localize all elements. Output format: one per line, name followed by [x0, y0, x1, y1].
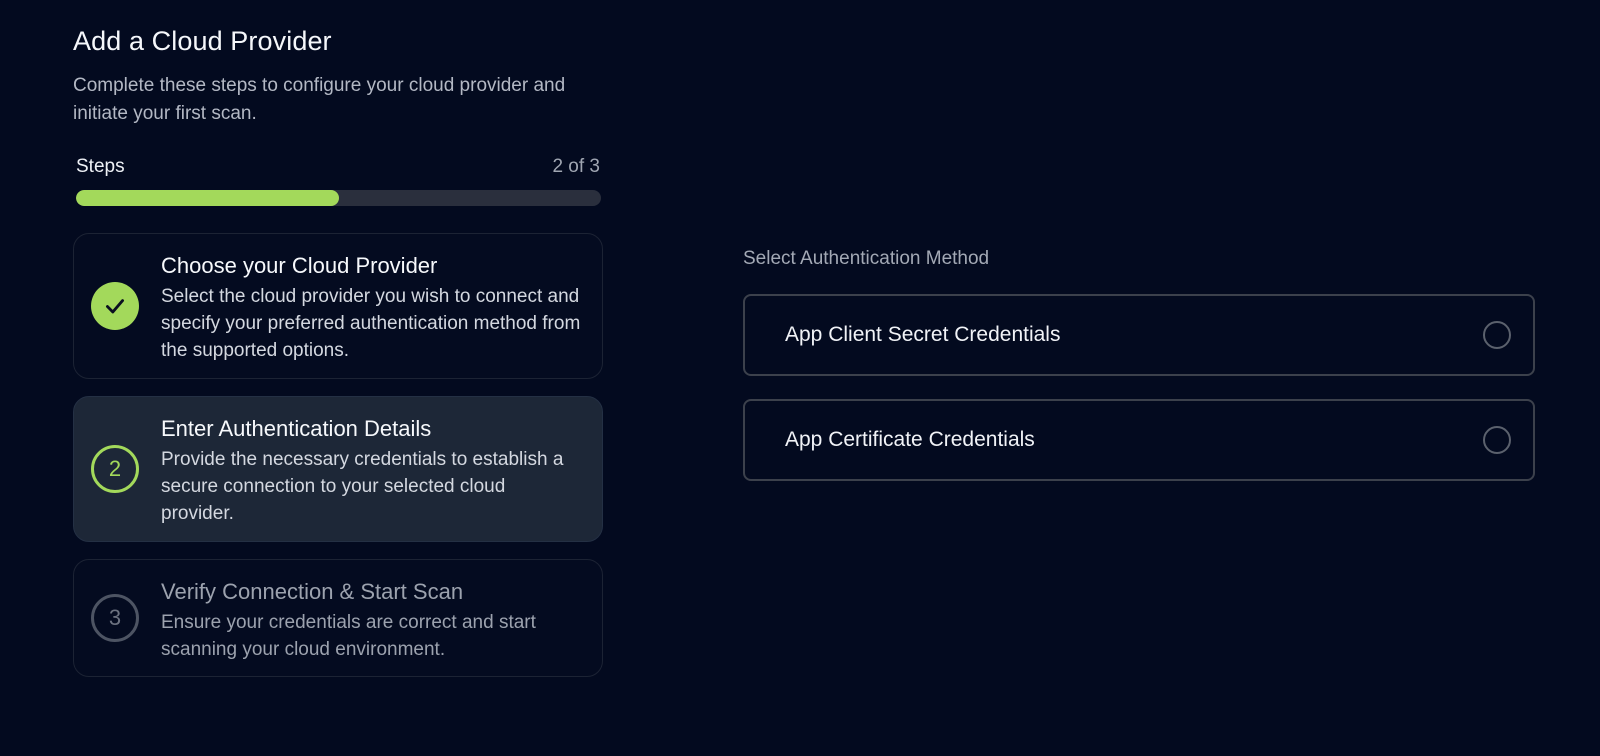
step-title: Verify Connection & Start Scan: [161, 579, 464, 604]
step-title: Enter Authentication Details: [161, 416, 432, 441]
steps-label: Steps: [76, 156, 125, 177]
step-number-icon: 3: [91, 594, 139, 642]
step-number-icon: 2: [91, 445, 139, 493]
auth-method-label: Select Authentication Method: [743, 248, 990, 269]
steps-progress-fill: [76, 190, 339, 206]
steps-progress-bar: [76, 190, 601, 206]
steps-panel: Add a Cloud Provider Complete these step…: [73, 24, 603, 677]
add-cloud-provider-page: Add a Cloud Provider Complete these step…: [0, 0, 1600, 756]
step-card-verify-connection[interactable]: 3 Verify Connection & Start Scan Ensure …: [73, 559, 603, 677]
auth-option-client-secret[interactable]: App Client Secret Credentials: [743, 294, 1535, 376]
step-description: Provide the necessary credentials to est…: [161, 449, 564, 524]
auth-method-panel: Select Authentication Method App Client …: [743, 246, 1535, 481]
steps-count: 2 of 3: [552, 156, 600, 177]
step-title: Choose your Cloud Provider: [161, 253, 438, 278]
page-subtitle: Complete these steps to configure your c…: [73, 75, 566, 124]
step-completed-icon: [91, 282, 139, 330]
auth-option-label: App Certificate Credentials: [785, 428, 1035, 451]
step-description: Ensure your credentials are correct and …: [161, 612, 536, 660]
step-description: Select the cloud provider you wish to co…: [161, 286, 581, 361]
check-icon: [106, 299, 124, 314]
step-card-authentication-details[interactable]: 2 Enter Authentication Details Provide t…: [73, 396, 603, 542]
page-title: Add a Cloud Provider: [73, 26, 332, 56]
radio-button[interactable]: [1483, 426, 1511, 454]
auth-option-certificate[interactable]: App Certificate Credentials: [743, 399, 1535, 481]
radio-button[interactable]: [1483, 321, 1511, 349]
steps-header: Steps 2 of 3: [73, 156, 603, 178]
auth-option-label: App Client Secret Credentials: [785, 323, 1061, 346]
step-card-choose-provider[interactable]: Choose your Cloud Provider Select the cl…: [73, 233, 603, 379]
